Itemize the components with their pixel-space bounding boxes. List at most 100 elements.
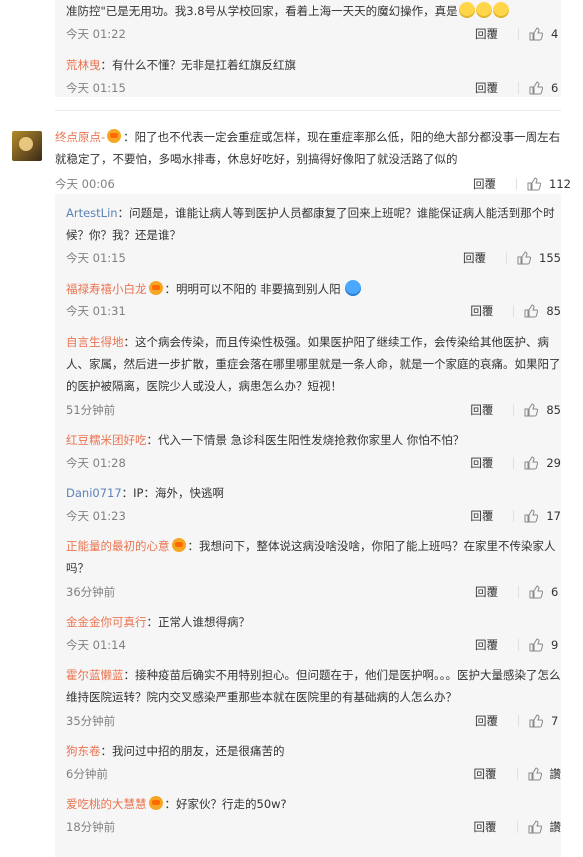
reply-meta-row: 今天 01:22 回覆 4 xyxy=(66,24,561,44)
like-button[interactable]: 17 xyxy=(524,505,561,527)
divider xyxy=(518,28,519,40)
reply-button[interactable]: 回覆 xyxy=(475,23,498,45)
thumbs-up-icon xyxy=(524,509,539,523)
timestamp: 36分钟前 xyxy=(66,585,116,599)
reply-meta-row: 今天 01:28 回覆 29 xyxy=(66,453,561,473)
reply-text: 明明可以不阳的 非要搞到别人阳 xyxy=(176,282,341,296)
reply-button[interactable]: 回覆 xyxy=(475,634,498,656)
divider xyxy=(518,586,519,598)
like-button[interactable]: 112 xyxy=(527,173,571,195)
thumbs-up-icon xyxy=(528,820,542,834)
thumbs-up-icon xyxy=(527,177,542,191)
reply-text: 准防控"已是无用功。我3.8号从学校回家，看着上海一天天的魔幻操作，真是 xyxy=(66,4,458,18)
like-button[interactable]: 7 xyxy=(529,710,561,732)
like-button[interactable]: 9 xyxy=(529,634,561,656)
divider xyxy=(506,252,508,264)
like-button[interactable]: 6 xyxy=(529,77,561,99)
reply-button[interactable]: 回覆 xyxy=(463,247,486,269)
thumbs-up-icon xyxy=(528,767,542,781)
reply-author[interactable]: 自言生得地 xyxy=(66,335,124,349)
reply-meta-row: 今天 01:14 回覆 9 xyxy=(66,635,561,655)
reply-meta-row: 51分钟前 回覆 85 xyxy=(66,400,561,420)
thumbs-up-icon xyxy=(517,251,532,265)
reply-button[interactable]: 回覆 xyxy=(475,710,498,732)
reply-text: 问题是，谁能让病人等到医护人员都康复了回来上班呢？谁能保证病人能活到那个时候？你… xyxy=(66,206,555,242)
like-count: 7 xyxy=(551,714,559,728)
like-count: 17 xyxy=(546,509,561,523)
thumbs-up-icon xyxy=(529,27,543,41)
reply-author[interactable]: 荒林曳 xyxy=(66,58,101,72)
comment-thread-page: 准防控"已是无用功。我3.8号从学校回家，看着上海一天天的魔幻操作，真是 今天 … xyxy=(0,0,583,857)
reply-author[interactable]: 金金金你可真行 xyxy=(66,615,147,629)
reply-item: 狗东卷：我问过中招的朋友，还是很痛苦的 xyxy=(66,744,285,758)
reply-button[interactable]: 回覆 xyxy=(470,399,493,421)
divider xyxy=(518,715,519,727)
emoji-face-icon xyxy=(458,2,475,18)
reply-button[interactable]: 回覆 xyxy=(474,816,497,838)
divider xyxy=(513,457,515,469)
reply-author[interactable]: ArtestLin xyxy=(66,206,118,220)
reply-item: ArtestLin：问题是，谁能让病人等到医护人员都康复了回来上班呢？谁能保证病… xyxy=(66,206,555,242)
thumbs-up-icon xyxy=(524,403,539,417)
reply-item: 荒林曳：有什么不懂？无非是扛着红旗反红旗 xyxy=(66,58,296,72)
avatar[interactable] xyxy=(12,131,42,161)
like-button[interactable]: 4 xyxy=(529,23,561,45)
timestamp: 6分钟前 xyxy=(66,767,108,781)
like-count: 155 xyxy=(539,251,561,265)
main-comment: 终点原点- ：阳了也不代表一定会重症或怎样，现在重症率那么低，阳的绝大部分都没事一… xyxy=(55,126,571,194)
reply-button[interactable]: 回覆 xyxy=(470,505,493,527)
reply-button[interactable]: 回覆 xyxy=(475,581,498,603)
reply-item: 福禄寿禧小白龙 ：明明可以不阳的 非要搞到别人阳 xyxy=(66,278,561,300)
reply-button[interactable]: 回覆 xyxy=(473,173,496,195)
timestamp: 今天 01:14 xyxy=(66,638,126,652)
reply-item: 正能量的最初的心意 ：我想问下，整体说这病没啥没啥，你阳了能上班吗？在家里不传染家… xyxy=(66,538,556,575)
like-button[interactable]: 讚 xyxy=(528,763,561,785)
reply-author[interactable]: 狗东卷 xyxy=(66,744,101,758)
reply-author[interactable]: 红豆糯米团好吃 xyxy=(66,433,147,447)
like-button[interactable]: 85 xyxy=(524,300,561,322)
reply-author[interactable]: 霍尔蓝懒蓝 xyxy=(66,668,124,682)
like-button[interactable]: 29 xyxy=(524,452,561,474)
divider xyxy=(513,404,515,416)
reply-button[interactable]: 回覆 xyxy=(474,763,497,785)
reply-button[interactable]: 回覆 xyxy=(470,300,493,322)
divider xyxy=(513,510,515,522)
like-button[interactable]: 155 xyxy=(517,247,561,269)
reply-author[interactable]: 正能量的最初的心意 xyxy=(66,539,170,553)
emoji-face-icon xyxy=(344,280,361,296)
like-count: 4 xyxy=(551,27,559,41)
like-count: 85 xyxy=(546,403,561,417)
reply-text: 正常人谁想得病？ xyxy=(158,615,250,629)
thread-divider xyxy=(55,110,561,111)
reply-meta-row: 今天 01:15 回覆 155 xyxy=(66,248,561,268)
divider xyxy=(518,82,519,94)
reply-author[interactable]: 福禄寿禧小白龙 xyxy=(66,282,147,296)
divider xyxy=(518,639,519,651)
reply-meta-row: 6分钟前 回覆 讚 xyxy=(66,764,561,784)
reply-item-continued: 准防控"已是无用功。我3.8号从学校回家，看着上海一天天的魔幻操作，真是 xyxy=(66,0,561,22)
like-count: 85 xyxy=(546,304,561,318)
comment-author[interactable]: 终点原点- xyxy=(55,130,105,144)
thumbs-up-icon xyxy=(529,638,543,652)
reply-text: 代入一下情景 急诊科医生阳性发烧抢救你家里人 你怕不怕？ xyxy=(158,433,465,447)
like-button[interactable]: 讚 xyxy=(528,816,561,838)
timestamp: 今天 01:15 xyxy=(66,251,126,265)
reply-author[interactable]: Dani0717 xyxy=(66,486,122,500)
reply-meta-row: 今天 01:15 回覆 6 xyxy=(66,78,561,98)
thumbs-up-icon xyxy=(524,304,539,318)
reply-meta-row: 今天 01:31 回覆 85 xyxy=(66,301,561,321)
thumbs-up-icon xyxy=(529,81,543,95)
like-button[interactable]: 85 xyxy=(524,399,561,421)
reply-item: 红豆糯米团好吃：代入一下情景 急诊科医生阳性发烧抢救你家里人 你怕不怕？ xyxy=(66,433,465,447)
like-button[interactable]: 6 xyxy=(529,581,561,603)
timestamp: 51分钟前 xyxy=(66,403,116,417)
reply-meta-row: 18分钟前 回覆 讚 xyxy=(66,817,561,837)
reply-button[interactable]: 回覆 xyxy=(475,77,498,99)
reply-author[interactable]: 爱吃桃的大慧慧 xyxy=(66,797,147,811)
reply-text: 接种疫苗后确实不用特别担心。但问题在于，他们是医护啊。。。医护大量感染了怎么维持… xyxy=(66,668,561,704)
reply-button[interactable]: 回覆 xyxy=(470,452,493,474)
like-count: 29 xyxy=(546,456,561,470)
divider xyxy=(513,305,515,317)
divider xyxy=(516,821,518,833)
reply-text: 这个病会传染，而且传染性极强。如果医护阳了继续工作，会传染给其他医护、病人、家属… xyxy=(66,335,561,393)
